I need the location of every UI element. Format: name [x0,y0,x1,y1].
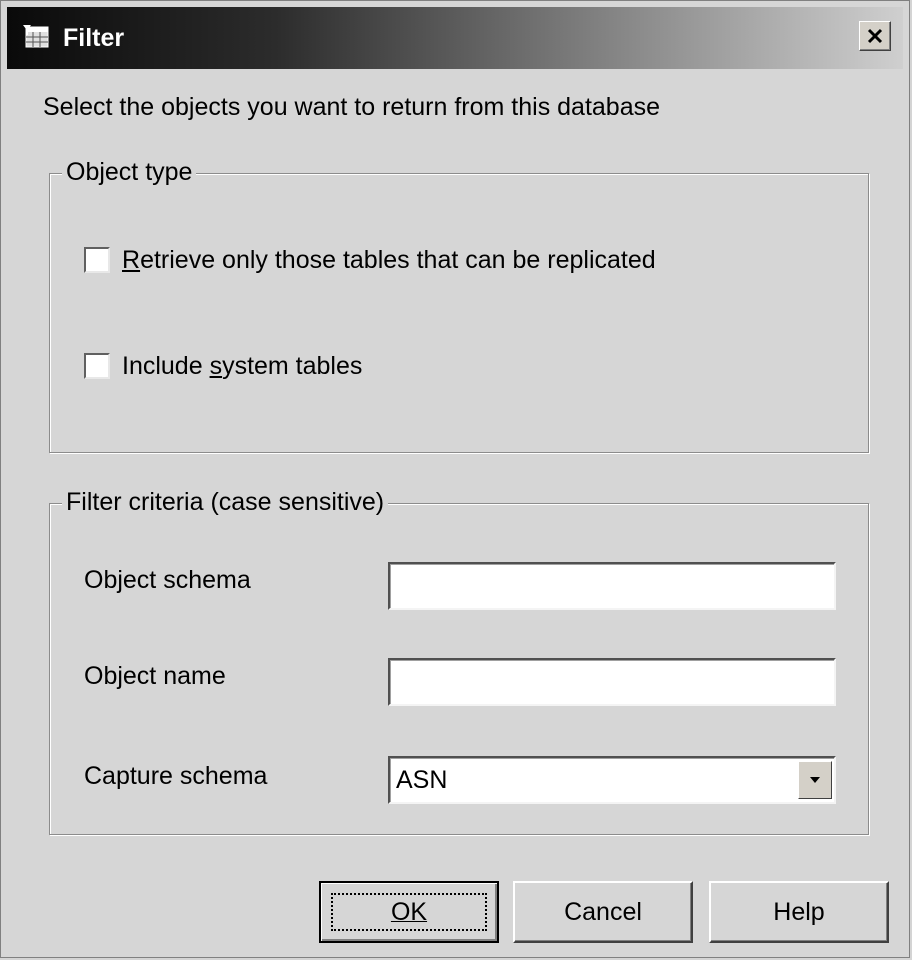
capture-schema-dropdown-button[interactable] [798,761,832,799]
retrieve-replicated-label-rest: etrieve only those tables that can be re… [140,245,656,274]
help-button[interactable]: Help [709,881,889,943]
cancel-button-label: Cancel [564,897,642,926]
ok-button[interactable]: OK [319,881,499,943]
object-schema-label: Object schema [84,566,251,594]
filter-criteria-legend: Filter criteria (case sensitive) [62,484,389,520]
include-system-tables-checkbox[interactable] [84,353,110,379]
capture-schema-label: Capture schema [84,762,268,790]
window-title: Filter [63,24,125,52]
include-system-tables-mnemonic: s [209,351,223,380]
cancel-button[interactable]: Cancel [513,881,693,943]
focus-ring [331,893,487,931]
close-button[interactable] [859,21,891,51]
title-bar[interactable]: Filter [7,7,903,69]
object-schema-input[interactable] [388,562,836,610]
instruction-text: Select the objects you want to return fr… [43,93,661,121]
retrieve-replicated-mnemonic: R [122,245,141,274]
include-system-tables-option[interactable]: Include system tables [84,348,362,384]
retrieve-replicated-label: Retrieve only those tables that can be r… [122,246,656,275]
object-type-group: Object type Retrieve only those tables t… [49,154,869,453]
object-name-label: Object name [84,662,226,690]
filter-dialog: Filter Select the objects you want to re… [0,0,910,958]
retrieve-replicated-checkbox[interactable] [84,247,110,273]
include-system-tables-label: Include system tables [122,351,363,380]
retrieve-replicated-option[interactable]: Retrieve only those tables that can be r… [84,242,656,278]
capture-schema-combo[interactable]: ASN [388,756,836,804]
close-icon [867,28,883,44]
capture-schema-value: ASN [396,766,448,794]
filter-table-icon [23,25,49,48]
object-type-legend: Object type [62,154,197,190]
chevron-down-icon [810,777,820,783]
object-name-input[interactable] [388,658,836,706]
help-button-label: Help [773,897,825,926]
filter-criteria-group: Filter criteria (case sensitive) Object … [49,484,869,835]
